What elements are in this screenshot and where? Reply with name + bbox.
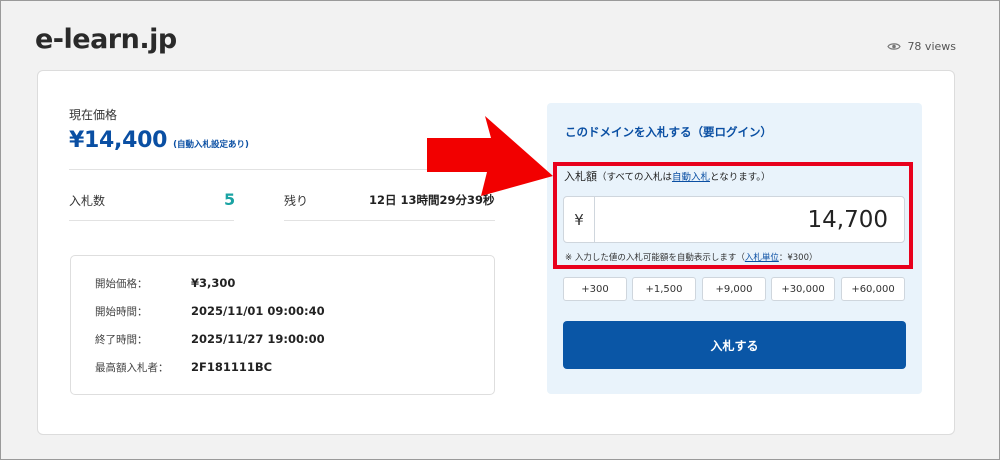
increment-button-1500[interactable]: +1,500: [632, 277, 696, 301]
info-value: ¥3,300: [191, 276, 236, 290]
divider: [284, 220, 495, 221]
info-value: 2025/11/01 09:00:40: [191, 304, 325, 318]
info-key: 開始価格：: [95, 278, 148, 290]
highlight-box: [553, 162, 913, 269]
current-price-value: ¥14,400: [69, 128, 168, 153]
increment-button-60000[interactable]: +60,000: [841, 277, 905, 301]
divider: [69, 220, 234, 221]
bid-count-value: 5: [224, 190, 236, 209]
info-key: 開始時間：: [95, 306, 148, 318]
red-arrow-icon: [427, 116, 553, 196]
eye-icon: [887, 43, 902, 50]
page-title: e-learn.jp: [35, 24, 177, 55]
info-row: 終了時間： 2025/11/27 19:00:00: [95, 332, 325, 347]
bid-count-label: 入札数: [69, 194, 106, 208]
info-value: 2F181111BC: [191, 360, 273, 374]
info-row: 開始価格： ¥3,300: [95, 276, 235, 291]
info-row: 最高額入札者： 2F181111BC: [95, 360, 272, 375]
info-value: 2025/11/27 19:00:00: [191, 332, 325, 346]
auction-info-box: 開始価格： ¥3,300 開始時間： 2025/11/01 09:00:40 終…: [70, 255, 495, 395]
current-price-label: 現在価格: [69, 108, 118, 122]
increment-button-30000[interactable]: +30,000: [771, 277, 835, 301]
submit-bid-button[interactable]: 入札する: [563, 321, 906, 369]
info-key: 終了時間：: [95, 334, 148, 346]
current-price: ¥14,400 (自動入札設定あり): [69, 128, 249, 153]
views-label: 78 views: [907, 40, 956, 53]
info-key: 最高額入札者：: [95, 362, 169, 374]
increment-button-300[interactable]: +300: [563, 277, 627, 301]
auto-bid-note: (自動入札設定あり): [173, 140, 249, 150]
info-row: 開始時間： 2025/11/01 09:00:40: [95, 304, 325, 319]
remaining-label: 残り: [284, 194, 309, 208]
increment-button-9000[interactable]: +9,000: [702, 277, 766, 301]
bid-panel-title: このドメインを入札する（要ログイン）: [565, 125, 772, 139]
view-count: 78 views: [887, 40, 956, 53]
